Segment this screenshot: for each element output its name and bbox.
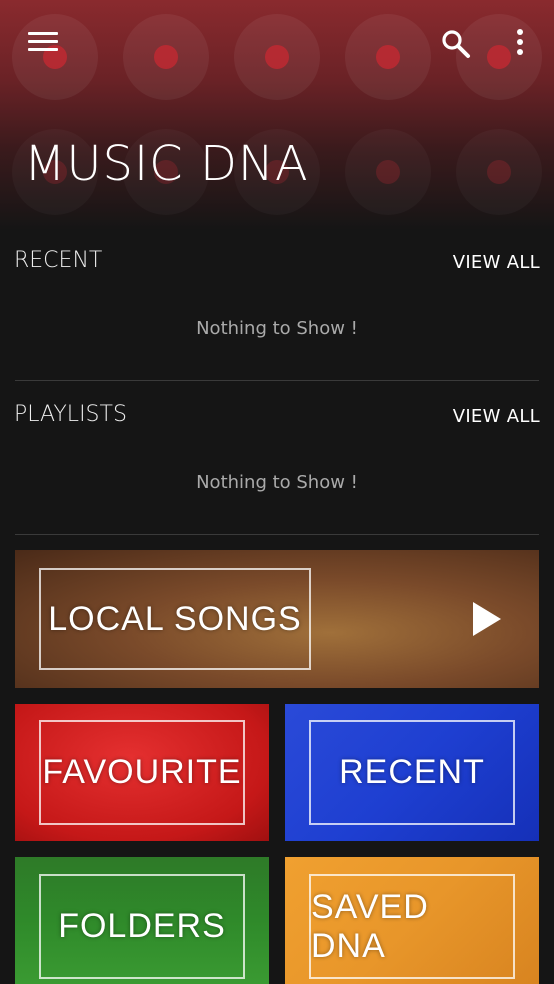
local-songs-tile[interactable]: LOCAL SONGS [15, 550, 539, 688]
more-vert-icon[interactable] [510, 28, 530, 60]
tile-frame: SAVED DNA [309, 874, 515, 979]
search-icon[interactable] [440, 28, 472, 60]
folders-label: FOLDERS [58, 907, 226, 945]
app-header: MUSIC DNA [0, 0, 554, 230]
tile-frame: FOLDERS [39, 874, 245, 979]
tile-frame: LOCAL SONGS [39, 568, 311, 670]
local-songs-label: LOCAL SONGS [48, 599, 302, 638]
saved-dna-label: SAVED DNA [311, 887, 429, 965]
recent-view-all-button[interactable]: VIEW ALL [453, 252, 540, 273]
vinyl-pattern [123, 14, 209, 100]
favourite-label: FAVOURITE [42, 753, 242, 791]
section-divider [15, 380, 539, 381]
vinyl-pattern [12, 14, 98, 100]
section-divider [15, 534, 539, 535]
tile-frame: RECENT [309, 720, 515, 825]
folders-tile[interactable]: FOLDERS [15, 857, 269, 984]
play-icon[interactable] [471, 600, 503, 638]
recent-section-title: RECENT [14, 248, 103, 273]
vinyl-pattern [345, 14, 431, 100]
playlists-view-all-button[interactable]: VIEW ALL [453, 406, 540, 427]
favourite-tile[interactable]: FAVOURITE [15, 704, 269, 841]
saved-dna-tile[interactable]: SAVED DNA [285, 857, 539, 984]
recent-empty-message: Nothing to Show ! [196, 318, 358, 339]
playlists-empty-message: Nothing to Show ! [196, 472, 358, 493]
tile-frame: FAVOURITE [39, 720, 245, 825]
page-title: MUSIC DNA [24, 136, 309, 192]
menu-icon[interactable] [28, 30, 58, 54]
vinyl-pattern [345, 129, 431, 215]
recent-tile[interactable]: RECENT [285, 704, 539, 841]
vinyl-pattern [456, 129, 542, 215]
recent-label: RECENT [339, 753, 485, 791]
vinyl-pattern [234, 14, 320, 100]
playlists-section-title: PLAYLISTS [14, 402, 127, 427]
